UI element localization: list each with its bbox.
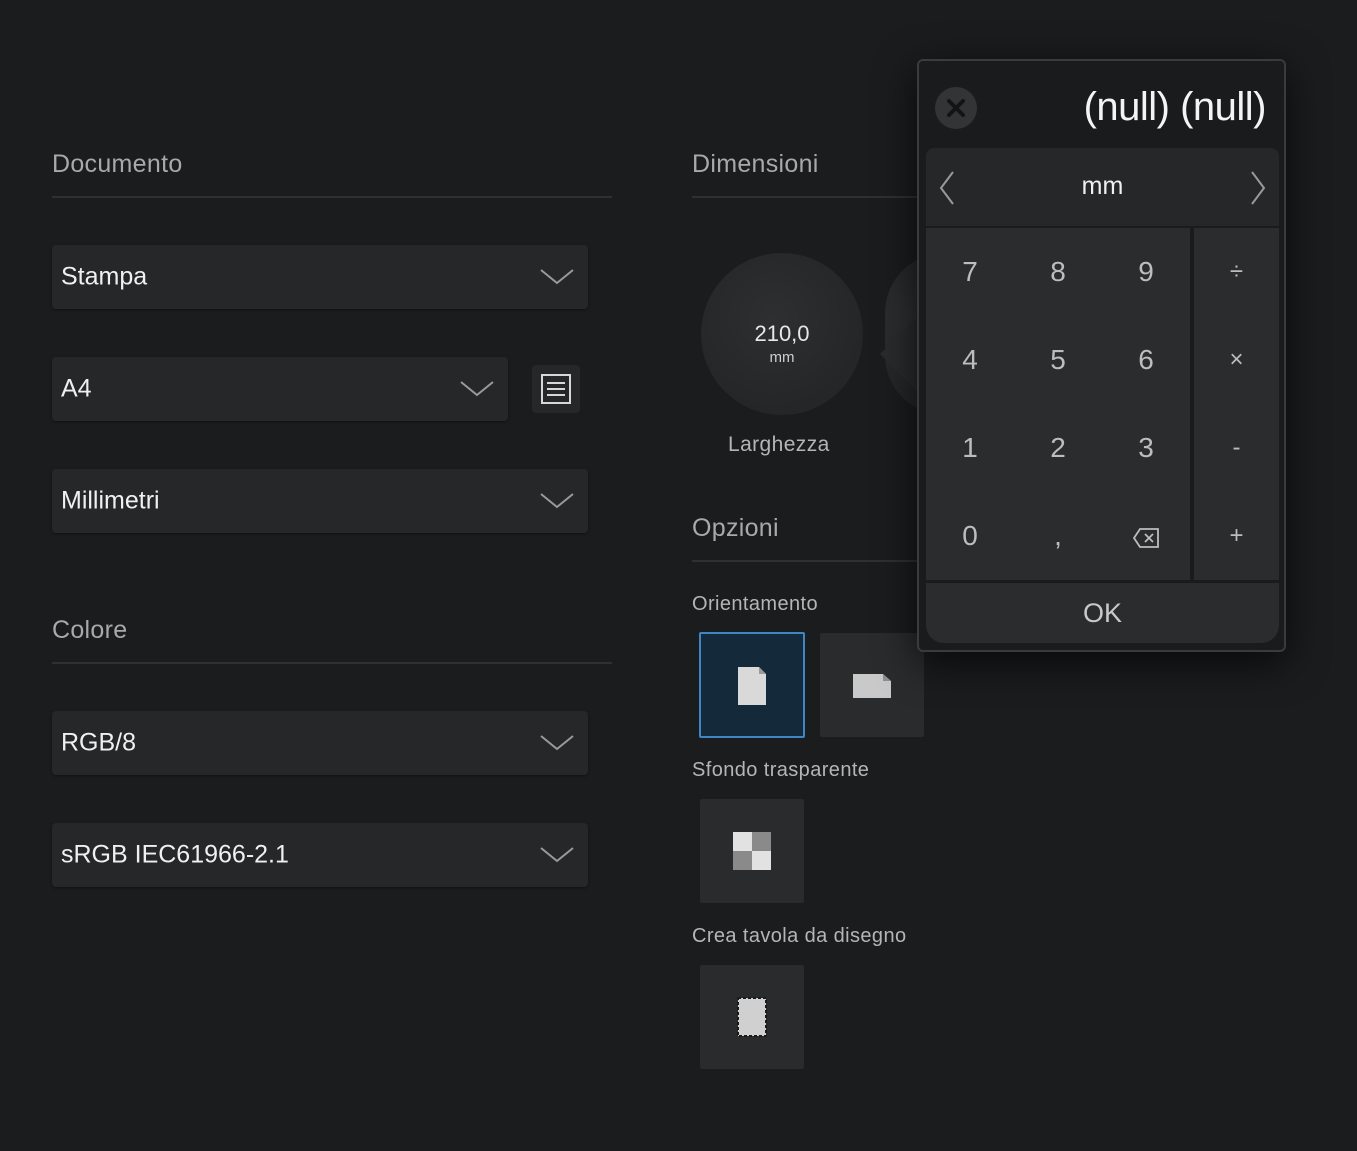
- transparent-background-button[interactable]: [700, 799, 804, 903]
- preset-list-button[interactable]: [532, 365, 580, 413]
- key-2[interactable]: 2: [1014, 404, 1102, 492]
- landscape-button[interactable]: [820, 633, 924, 737]
- close-button[interactable]: [935, 87, 977, 129]
- chevron-down-icon: [540, 493, 574, 509]
- units-dropdown[interactable]: Millimetri: [52, 469, 588, 533]
- key-1[interactable]: 1: [926, 404, 1014, 492]
- backspace-button[interactable]: [1102, 492, 1190, 580]
- color-mode-dropdown[interactable]: RGB/8: [52, 711, 588, 775]
- list-icon: [541, 374, 571, 404]
- keypad-title: (null) (null): [1083, 85, 1267, 129]
- width-label: Larghezza: [728, 433, 830, 456]
- popover-pointer: [880, 316, 918, 392]
- unit-selector: mm: [926, 148, 1279, 226]
- width-dial[interactable]: 210,0 mm: [701, 253, 863, 415]
- portrait-button[interactable]: [699, 632, 805, 738]
- numeric-keypad-popover: (null) (null) mm 7 8 9 4 5 6 1 2 3 0 , ÷…: [917, 59, 1286, 652]
- close-icon: [947, 99, 965, 117]
- key-0[interactable]: 0: [926, 492, 1014, 580]
- colore-title: Colore: [52, 616, 128, 644]
- dimensioni-title: Dimensioni: [692, 150, 819, 178]
- digit-keys: 7 8 9 4 5 6 1 2 3 0 ,: [926, 228, 1190, 580]
- opzioni-title: Opzioni: [692, 514, 779, 542]
- tavola-label: Crea tavola da disegno: [692, 925, 907, 947]
- unit-label: mm: [1081, 172, 1124, 200]
- ok-button[interactable]: OK: [926, 583, 1279, 643]
- key-divide[interactable]: ÷: [1194, 228, 1279, 316]
- portrait-page-icon: [738, 667, 766, 705]
- key-comma[interactable]: ,: [1014, 492, 1102, 580]
- divider: [52, 196, 612, 198]
- width-unit: mm: [769, 349, 795, 366]
- key-plus[interactable]: +: [1194, 492, 1279, 580]
- key-minus[interactable]: -: [1194, 404, 1279, 492]
- artboard-icon: [737, 997, 767, 1037]
- key-8[interactable]: 8: [1014, 228, 1102, 316]
- chevron-down-icon: [540, 269, 574, 285]
- checkerboard-icon: [733, 832, 771, 870]
- dropdown-label: Stampa: [61, 262, 148, 291]
- sfondo-label: Sfondo trasparente: [692, 759, 870, 781]
- chevron-down-icon: [540, 847, 574, 863]
- key-multiply[interactable]: ×: [1194, 316, 1279, 404]
- chevron-right-icon[interactable]: [1249, 170, 1267, 206]
- key-5[interactable]: 5: [1014, 316, 1102, 404]
- chevron-down-icon: [460, 381, 494, 397]
- backspace-icon: [1132, 527, 1159, 548]
- key-6[interactable]: 6: [1102, 316, 1190, 404]
- page-size-dropdown[interactable]: A4: [52, 357, 508, 421]
- chevron-down-icon: [540, 735, 574, 751]
- dropdown-label: A4: [61, 374, 92, 403]
- divider: [692, 560, 922, 562]
- key-9[interactable]: 9: [1102, 228, 1190, 316]
- color-profile-dropdown[interactable]: sRGB IEC61966-2.1: [52, 823, 588, 887]
- dropdown-label: Millimetri: [61, 486, 160, 515]
- key-4[interactable]: 4: [926, 316, 1014, 404]
- documento-title: Documento: [52, 150, 183, 178]
- landscape-page-icon: [853, 674, 891, 698]
- operator-keys: ÷ × - +: [1194, 228, 1279, 580]
- divider: [52, 662, 612, 664]
- dropdown-label: RGB/8: [61, 728, 137, 757]
- divider: [692, 196, 922, 198]
- document-type-dropdown[interactable]: Stampa: [52, 245, 588, 309]
- dropdown-label: sRGB IEC61966-2.1: [61, 840, 289, 869]
- key-3[interactable]: 3: [1102, 404, 1190, 492]
- width-value: 210,0: [754, 321, 810, 346]
- orientamento-label: Orientamento: [692, 593, 818, 615]
- key-7[interactable]: 7: [926, 228, 1014, 316]
- artboard-button[interactable]: [700, 965, 804, 1069]
